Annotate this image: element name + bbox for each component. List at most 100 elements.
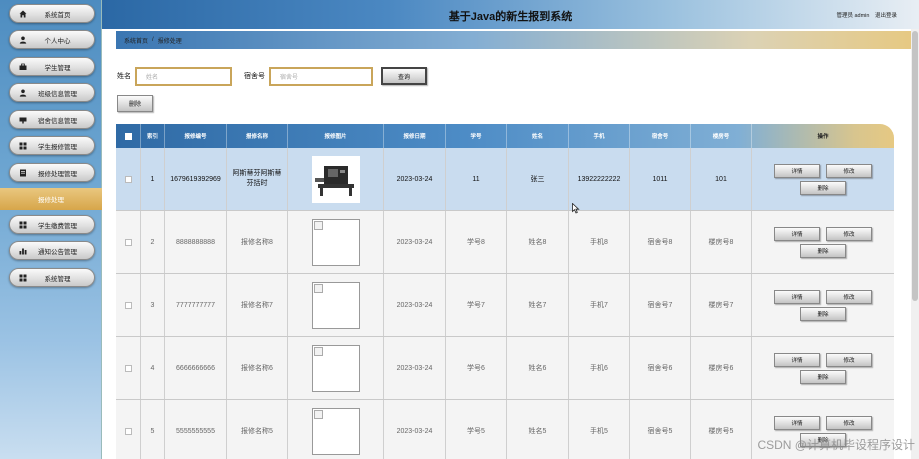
index-cell: 4 xyxy=(141,337,165,399)
page-title: 基于Java的新生报到系统 xyxy=(448,11,573,23)
row-checkbox[interactable] xyxy=(124,364,132,372)
edit-button[interactable]: 修改 xyxy=(826,415,872,430)
edit-button[interactable]: 修改 xyxy=(826,352,872,367)
sidebar-subitem-repair-handling[interactable]: 报修处理 xyxy=(0,188,102,210)
detail-button[interactable]: 详情 xyxy=(774,289,820,304)
sidebar-item-fee-management[interactable]: 学生缴费管理 xyxy=(9,215,95,234)
sidebar-item-home[interactable]: 系统首页 xyxy=(9,4,95,23)
detail-button[interactable]: 详情 xyxy=(774,163,820,178)
row-select-cell xyxy=(116,337,141,399)
column-header: 楼房号 xyxy=(691,124,752,148)
broken-image[interactable] xyxy=(311,218,360,266)
repair-date-cell: 2023-03-24 xyxy=(384,211,446,273)
student-id-cell: 学号6 xyxy=(446,337,507,399)
row-delete-button[interactable]: 删除 xyxy=(800,369,846,384)
row-select-cell xyxy=(116,211,141,273)
student-name-cell: 姓名8 xyxy=(507,211,569,273)
repair-code-cell: 1679619392969 xyxy=(165,148,227,210)
repair-name-cell: 报修名称5 xyxy=(227,400,288,459)
sidebar-item-dorm-management[interactable]: 宿舍信息管理 xyxy=(9,110,95,129)
column-header: 报修编号 xyxy=(165,124,227,148)
broken-image[interactable] xyxy=(311,407,360,455)
sidebar-item-label: 班级信息管理 xyxy=(38,90,77,98)
sidebar-item-notice-management[interactable]: 通知公告管理 xyxy=(9,241,95,260)
column-header: 报修图片 xyxy=(288,124,384,148)
row-checkbox[interactable] xyxy=(124,427,132,435)
student-id-cell: 11 xyxy=(446,148,507,210)
repair-code-cell: 8888888888 xyxy=(165,211,227,273)
sidebar-item-class-management[interactable]: 班级信息管理 xyxy=(9,83,95,102)
name-label: 姓名 xyxy=(117,73,131,80)
logout-link[interactable]: 退出登录 xyxy=(875,13,897,19)
row-checkbox[interactable] xyxy=(124,301,132,309)
bar-chart-icon xyxy=(18,246,27,255)
row-delete-button[interactable]: 删除 xyxy=(800,180,846,195)
row-select-cell xyxy=(116,400,141,459)
repair-image-cell xyxy=(288,400,384,459)
row-delete-button[interactable]: 删除 xyxy=(800,306,846,321)
actions-cell: 详情 修改 删除 xyxy=(752,274,894,336)
repair-code-cell: 5555555555 xyxy=(165,400,227,459)
row-checkbox[interactable] xyxy=(124,238,132,246)
detail-button[interactable]: 详情 xyxy=(774,415,820,430)
grid-icon xyxy=(18,273,27,282)
row-checkbox[interactable] xyxy=(124,175,132,183)
student-name-cell: 姓名6 xyxy=(507,337,569,399)
name-search-input[interactable]: 姓名 xyxy=(135,66,232,86)
mouse-cursor-icon xyxy=(572,203,580,214)
building-cell: 楼房号6 xyxy=(691,337,752,399)
repair-table: 索引 报修编号 报修名称 报修图片 报修日期 学号 姓名 手机 宿舍号 楼房号 … xyxy=(116,124,894,459)
sidebar-item-label: 学生管理 xyxy=(44,64,71,72)
sidebar-item-student-repair[interactable]: 学生报修管理 xyxy=(9,136,95,155)
building-cell: 楼房号8 xyxy=(691,211,752,273)
sidebar-item-label: 报修处理管理 xyxy=(38,170,77,178)
sidebar-item-system-management[interactable]: 系统管理 xyxy=(9,268,95,287)
broken-image[interactable] xyxy=(311,344,360,392)
csdn-watermark: CSDN @计算机毕设程序设计 xyxy=(757,438,915,452)
column-header: 宿舍号 xyxy=(630,124,691,148)
table-row[interactable]: 2 8888888888 报修名称8 2023-03-24 学号8 姓名8 手机… xyxy=(116,211,894,274)
person-icon xyxy=(18,88,27,97)
repair-date-cell: 2023-03-24 xyxy=(384,274,446,336)
admin-user-label: 管理员 admin xyxy=(836,13,870,19)
breadcrumb-home[interactable]: 系统首页 xyxy=(124,36,148,45)
index-cell: 3 xyxy=(141,274,165,336)
detail-button[interactable]: 详情 xyxy=(774,226,820,241)
repair-image[interactable] xyxy=(311,155,360,203)
building-cell: 楼房号7 xyxy=(691,274,752,336)
edit-button[interactable]: 修改 xyxy=(826,163,872,178)
dorm-cell: 宿舍号7 xyxy=(630,274,691,336)
delete-button[interactable]: 删除 xyxy=(117,95,153,112)
dorm-cell: 1011 xyxy=(630,148,691,210)
select-all-checkbox[interactable] xyxy=(124,132,132,140)
table-row[interactable]: 4 6666666666 报修名称6 2023-03-24 学号6 姓名6 手机… xyxy=(116,337,894,400)
table-row[interactable]: 3 7777777777 报修名称7 2023-03-24 学号7 姓名7 手机… xyxy=(116,274,894,337)
repair-image-cell xyxy=(288,274,384,336)
sidebar-item-label: 通知公告管理 xyxy=(38,248,77,256)
sidebar-item-personal-center[interactable]: 个人中心 xyxy=(9,30,95,49)
edit-button[interactable]: 修改 xyxy=(826,226,872,241)
dorm-cell: 宿舍号6 xyxy=(630,337,691,399)
document-icon xyxy=(18,168,27,177)
breadcrumb-separator: / xyxy=(152,37,154,43)
index-cell: 1 xyxy=(141,148,165,210)
sidebar-item-label: 系统管理 xyxy=(44,275,71,283)
dorm-search-input[interactable]: 宿舍号 xyxy=(269,66,373,86)
edit-button[interactable]: 修改 xyxy=(826,289,872,304)
query-button[interactable]: 查询 xyxy=(381,67,427,85)
vertical-scrollbar[interactable] xyxy=(911,29,919,459)
briefcase-icon xyxy=(18,62,27,71)
detail-button[interactable]: 详情 xyxy=(774,352,820,367)
broken-image[interactable] xyxy=(311,281,360,329)
repair-code-cell: 6666666666 xyxy=(165,337,227,399)
column-header: 操作 xyxy=(817,134,829,140)
student-name-cell: 姓名7 xyxy=(507,274,569,336)
scrollbar-thumb[interactable] xyxy=(912,31,918,301)
row-delete-button[interactable]: 删除 xyxy=(800,243,846,258)
sidebar-item-student-management[interactable]: 学生管理 xyxy=(9,57,95,76)
table-row[interactable]: 1 1679619392969 阿斯蒂芬阿斯蒂芬括时 2023-03-24 11… xyxy=(116,148,894,211)
sidebar-item-label: 学生报修管理 xyxy=(38,143,77,151)
person-icon xyxy=(18,35,27,44)
sidebar-item-repair-handling[interactable]: 报修处理管理 xyxy=(9,163,95,182)
column-header: 姓名 xyxy=(507,124,569,148)
